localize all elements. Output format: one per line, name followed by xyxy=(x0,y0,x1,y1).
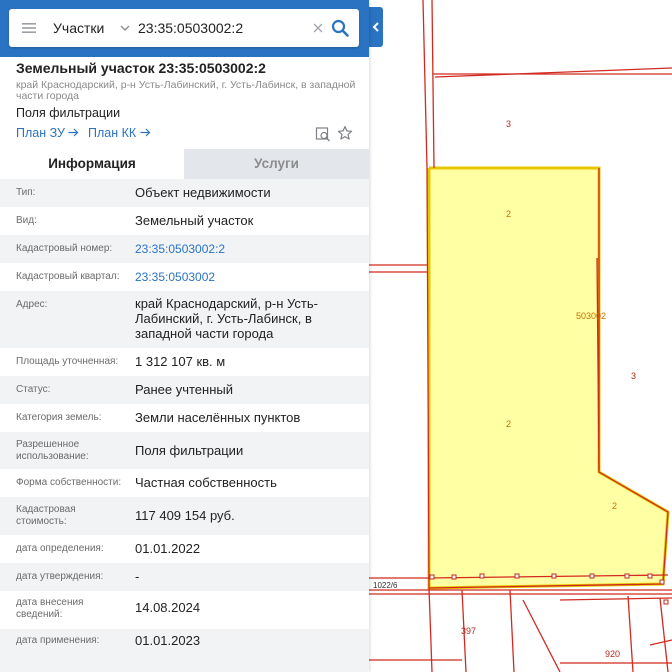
info-row-type: Тип: Объект недвижимости xyxy=(0,179,369,207)
tab-bar: Информация Услуги xyxy=(0,149,369,179)
row-label: дата определения: xyxy=(16,543,104,554)
row-label: Кадастровый квартал: xyxy=(16,271,120,282)
close-icon[interactable] xyxy=(312,22,324,34)
parcel-land-use: Поля фильтрации xyxy=(16,106,121,120)
map-parcel-label: 397 xyxy=(461,626,477,636)
row-value: Земли населённых пунктов xyxy=(135,410,301,425)
row-label: дата утверждения: xyxy=(16,571,104,582)
row-label: Кадастровый номер: xyxy=(16,243,113,254)
row-label: Площадь уточненная: xyxy=(16,356,119,367)
row-label: Разрешенное использование: xyxy=(16,439,89,462)
row-value: - xyxy=(135,569,140,584)
row-label: Категория земель: xyxy=(16,412,102,423)
row-label: Форма собственности: xyxy=(16,477,122,488)
row-value: край Краснодарский, р-н Усть-Лабинский, … xyxy=(135,296,318,341)
map-quarter-label: 503002 xyxy=(576,311,607,321)
row-label: дата внесения сведений: xyxy=(16,597,84,620)
row-value: Частная собственность xyxy=(135,475,277,490)
info-panel: Участки Земельный участок 23:35:0503002:… xyxy=(0,0,369,672)
info-row-cadastral-number: Кадастровый номер: 23:35:0503002:2 xyxy=(0,235,369,263)
plan-kk-link[interactable]: План КК xyxy=(88,126,151,140)
row-label: Тип: xyxy=(16,187,36,198)
plan-zu-link[interactable]: План ЗУ xyxy=(16,126,79,140)
search-bar: Участки xyxy=(0,0,369,57)
search-input[interactable] xyxy=(138,17,308,39)
tab-information[interactable]: Информация xyxy=(0,149,184,179)
info-row-address: Адрес: край Краснодарский, р-н Усть-Лаби… xyxy=(0,291,369,348)
row-value: 01.01.2022 xyxy=(135,541,201,556)
row-label: Адрес: xyxy=(16,299,48,310)
row-label: Статус: xyxy=(16,384,51,395)
info-row-status: Статус: Ранее учтенный xyxy=(0,376,369,404)
info-row-determination-date: дата определения: 01.01.2022 xyxy=(0,535,369,563)
info-row-cadastral-quarter: Кадастровый квартал: 23:35:0503002 xyxy=(0,263,369,291)
row-value: 01.01.2023 xyxy=(135,633,201,648)
info-row-cadastral-value: Кадастровая стоимость: 117 409 154 руб. xyxy=(0,497,369,535)
search-type-select[interactable]: Участки xyxy=(53,20,104,36)
map-parcel-label: 2 xyxy=(506,209,512,219)
map-parcel-label: 920 xyxy=(605,649,621,659)
row-value: 1 312 107 кв. м xyxy=(135,354,226,369)
map-parcel-label: 2 xyxy=(612,501,618,511)
info-row-kind: Вид: Земельный участок xyxy=(0,207,369,235)
search-box: Участки xyxy=(9,9,359,47)
row-value: 14.08.2024 xyxy=(135,600,201,615)
row-label: Вид: xyxy=(16,215,37,226)
map-search-icon[interactable] xyxy=(315,126,331,142)
collapse-panel-button[interactable] xyxy=(369,7,383,47)
arrow-right-icon xyxy=(68,128,79,137)
cadastral-number-link[interactable]: 23:35:0503002:2 xyxy=(135,242,345,257)
row-label: Кадастровая стоимость: xyxy=(16,504,76,527)
chevron-left-icon xyxy=(372,22,379,32)
row-value: Земельный участок xyxy=(135,213,254,228)
parcel-address-subtitle: край Краснодарский, р-н Усть-Лабинский, … xyxy=(16,79,356,102)
row-label: дата применения: xyxy=(16,635,100,646)
info-row-approval-date: дата утверждения: - xyxy=(0,563,369,591)
row-value: Ранее учтенный xyxy=(135,382,233,397)
row-value: Объект недвижимости xyxy=(135,185,271,200)
info-row-entry-date: дата внесения сведений: 14.08.2024 xyxy=(0,591,369,629)
info-row-area: Площадь уточненная: 1 312 107 кв. м xyxy=(0,348,369,376)
info-row-application-date: дата применения: 01.01.2023 xyxy=(0,629,369,672)
map-parcel-label: 3 xyxy=(631,371,637,381)
tab-services[interactable]: Услуги xyxy=(184,149,369,179)
star-icon[interactable] xyxy=(337,125,353,141)
search-icon[interactable] xyxy=(330,18,350,38)
info-row-ownership: Форма собственности: Частная собственнос… xyxy=(0,469,369,497)
plan-kk-label: План КК xyxy=(88,126,137,140)
info-row-land-category: Категория земель: Земли населённых пункт… xyxy=(0,404,369,432)
row-value: Поля фильтрации xyxy=(135,443,244,458)
cadastral-quarter-link[interactable]: 23:35:0503002 xyxy=(135,270,345,285)
plan-zu-label: План ЗУ xyxy=(16,126,65,140)
map-parcel-label: 2 xyxy=(506,419,512,429)
map-parcel-label: 1022/6 xyxy=(373,581,398,590)
row-value: 117 409 154 руб. xyxy=(135,508,235,523)
parcel-title: Земельный участок 23:35:0503002:2 xyxy=(16,60,266,76)
map-parcel-label: 3 xyxy=(506,119,512,129)
info-row-permitted-use: Разрешенное использование: Поля фильтрац… xyxy=(0,432,369,469)
hamburger-icon[interactable] xyxy=(21,20,37,36)
arrow-right-icon xyxy=(140,128,151,137)
chevron-down-icon[interactable] xyxy=(119,22,131,34)
